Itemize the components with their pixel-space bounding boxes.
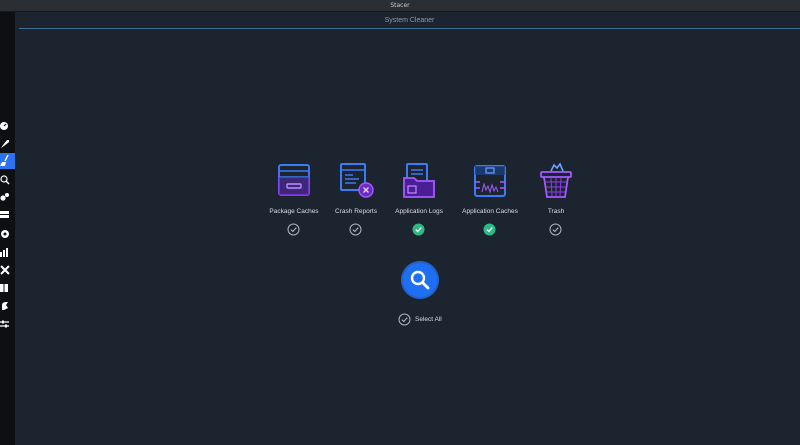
sidebar-item-system-cleaner[interactable] xyxy=(0,153,15,169)
scan-button[interactable] xyxy=(401,261,439,299)
stacer-window: Stacer System Cleaner Package Caches Cra… xyxy=(0,0,800,445)
sidebar-item-search[interactable] xyxy=(0,172,15,188)
sidebar-item-dashboard[interactable] xyxy=(0,118,15,134)
search-icon xyxy=(410,270,430,290)
sidebar-item-gnome-settings[interactable] xyxy=(0,298,15,314)
sliders-icon xyxy=(0,320,9,328)
category-trash[interactable]: Trash xyxy=(511,162,601,252)
application-caches-icon xyxy=(474,165,506,197)
sidebar-item-uninstaller[interactable] xyxy=(0,226,15,242)
window-title: Stacer xyxy=(390,2,410,9)
package-caches-icon xyxy=(278,164,310,196)
sidebar-item-apt-repository[interactable] xyxy=(0,280,15,296)
checkbox-checked-icon[interactable] xyxy=(483,223,496,236)
sidebar-item-resources[interactable] xyxy=(0,244,15,260)
select-all-checkbox[interactable]: Select All xyxy=(398,312,442,326)
cleaner-categories: Package Caches Crash Reports Application… xyxy=(15,162,800,252)
sidebar-item-settings[interactable] xyxy=(0,316,15,332)
box-icon xyxy=(0,284,8,292)
sidebar-item-helpers[interactable] xyxy=(0,262,15,278)
sidebar-item-startup-apps[interactable] xyxy=(0,136,15,152)
sidebar-item-services[interactable] xyxy=(0,189,15,205)
checkbox-checked-icon[interactable] xyxy=(412,223,425,236)
chart-icon xyxy=(0,248,8,257)
sidebar xyxy=(0,12,15,445)
gears-icon xyxy=(0,193,9,201)
page-title: System Cleaner xyxy=(384,16,435,24)
checkbox-unchecked-icon[interactable] xyxy=(549,223,562,236)
broom-icon xyxy=(0,155,9,166)
main-content: System Cleaner Package Caches Crash Repo… xyxy=(15,12,800,445)
checkbox-unchecked-icon xyxy=(398,313,411,325)
crash-reports-icon xyxy=(340,163,374,198)
category-label: Trash xyxy=(547,208,565,215)
dashboard-icon xyxy=(0,122,8,130)
title-bar: Stacer xyxy=(0,0,800,12)
sidebar-item-processes[interactable] xyxy=(0,207,15,223)
page-header: System Cleaner xyxy=(19,12,800,29)
gnome-icon xyxy=(2,302,8,310)
trash-icon xyxy=(540,162,572,198)
package-icon xyxy=(1,230,9,238)
select-all-label: Select All xyxy=(415,315,442,323)
search-icon xyxy=(0,175,10,185)
rocket-icon xyxy=(1,140,9,148)
checkbox-unchecked-icon[interactable] xyxy=(349,223,362,236)
tools-icon xyxy=(0,265,10,275)
checkbox-unchecked-icon[interactable] xyxy=(287,223,300,236)
application-logs-icon xyxy=(403,163,435,198)
processes-icon xyxy=(0,211,9,218)
